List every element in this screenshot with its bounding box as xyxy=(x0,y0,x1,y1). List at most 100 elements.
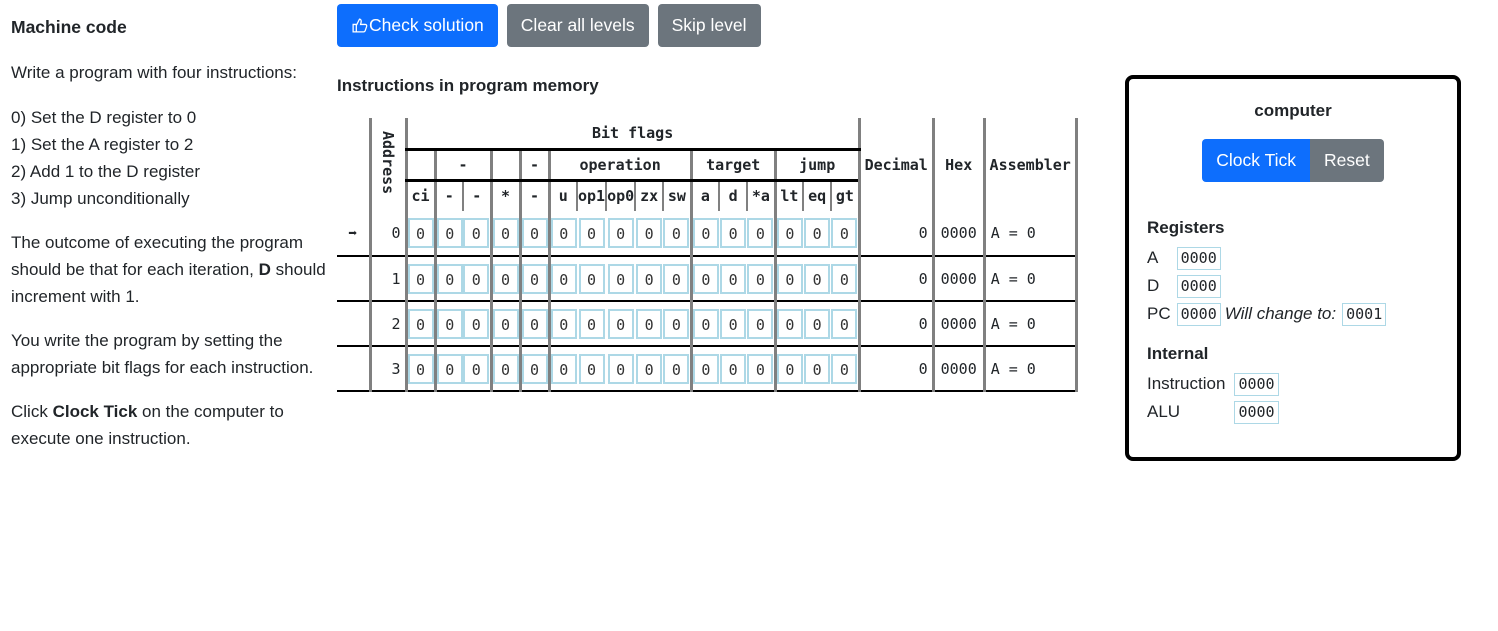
outcome-bold: D xyxy=(258,260,271,279)
bit-toggle-d[interactable]: 0 xyxy=(720,263,747,294)
bit-toggle-*[interactable]: 0 xyxy=(492,263,519,294)
bit-toggle-lt[interactable]: 0 xyxy=(776,353,803,384)
bit-label-header: op1 xyxy=(575,180,607,211)
bit-toggle-op0[interactable]: 0 xyxy=(607,218,634,248)
bit-toggle-op1[interactable]: 0 xyxy=(578,308,605,339)
bit-toggle-*a[interactable]: 0 xyxy=(747,218,774,248)
program-row: 1 0 0 0 0 0 0 0 0 0 0 0 0 0 0 0 0 0 0000 A = 0 xyxy=(337,256,1078,302)
bit-toggle-sw[interactable]: 0 xyxy=(663,218,690,248)
reset-button[interactable]: Reset xyxy=(1310,139,1384,182)
bit-cell: 0 xyxy=(831,301,860,347)
bit-toggle-lt[interactable]: 0 xyxy=(776,263,803,294)
bit-cell: 0 xyxy=(689,301,720,347)
bit-toggle-zx[interactable]: 0 xyxy=(636,263,663,294)
address-header: Address xyxy=(368,118,406,211)
bit-toggle--[interactable]: 0 xyxy=(436,353,463,384)
internal-table: Instruction 0000 ALU 0000 xyxy=(1147,370,1285,426)
bit-toggle-a[interactable]: 0 xyxy=(692,308,719,339)
bit-toggle-ci[interactable]: 0 xyxy=(407,218,434,248)
skip-level-button[interactable]: Skip level xyxy=(657,4,761,47)
bit-toggle-gt[interactable]: 0 xyxy=(831,263,858,294)
register-d-label: D xyxy=(1147,276,1160,295)
bit-toggle--[interactable]: 0 xyxy=(463,353,490,384)
bit-toggle-sw[interactable]: 0 xyxy=(663,353,690,384)
bit-toggle-gt[interactable]: 0 xyxy=(831,308,858,339)
bit-toggle-eq[interactable]: 0 xyxy=(804,263,831,294)
bit-toggle-*[interactable]: 0 xyxy=(492,218,519,248)
bit-toggle--[interactable]: 0 xyxy=(436,263,463,294)
registers-title: Registers xyxy=(1147,218,1225,237)
register-d-row: D 0000 xyxy=(1147,272,1392,300)
bit-toggle--[interactable]: 0 xyxy=(521,218,548,248)
bit-toggle-d[interactable]: 0 xyxy=(720,353,747,384)
bit-toggle-eq[interactable]: 0 xyxy=(804,308,831,339)
bit-toggle-*a[interactable]: 0 xyxy=(747,353,774,384)
bit-toggle--[interactable]: 0 xyxy=(521,308,548,339)
bit-cell: 0 xyxy=(719,256,748,302)
group-header: - xyxy=(518,149,549,182)
bit-toggle--[interactable]: 0 xyxy=(521,353,548,384)
bit-toggle-sw[interactable]: 0 xyxy=(663,263,690,294)
check-solution-label: Check solution xyxy=(369,15,484,35)
bit-toggle-*a[interactable]: 0 xyxy=(747,263,774,294)
program-row: 2 0 0 0 0 0 0 0 0 0 0 0 0 0 0 0 0 0 0000 A = 0 xyxy=(337,301,1078,347)
bit-toggle-op1[interactable]: 0 xyxy=(578,353,605,384)
bit-toggle-a[interactable]: 0 xyxy=(692,263,719,294)
bit-toggle-op0[interactable]: 0 xyxy=(607,263,634,294)
bit-toggle-lt[interactable]: 0 xyxy=(776,218,803,248)
bit-cell: 0 xyxy=(747,211,776,257)
bit-cell: 0 xyxy=(463,211,491,257)
bit-cell: 0 xyxy=(831,346,860,392)
bit-toggle-op1[interactable]: 0 xyxy=(578,263,605,294)
bit-cell: 0 xyxy=(803,346,832,392)
bit-toggle-*[interactable]: 0 xyxy=(492,353,519,384)
bit-toggle-sw[interactable]: 0 xyxy=(663,308,690,339)
clock-tick-button[interactable]: Clock Tick xyxy=(1202,139,1310,182)
bit-toggle-lt[interactable]: 0 xyxy=(776,308,803,339)
bit-toggle--[interactable]: 0 xyxy=(463,218,490,248)
bit-toggle-u[interactable]: 0 xyxy=(550,218,577,248)
bit-toggle-u[interactable]: 0 xyxy=(550,263,577,294)
bit-toggle-u[interactable]: 0 xyxy=(550,353,577,384)
bit-toggle--[interactable]: 0 xyxy=(521,263,548,294)
marker-cell xyxy=(337,256,370,302)
bit-cell: 0 xyxy=(635,256,664,302)
bit-toggle-*[interactable]: 0 xyxy=(492,308,519,339)
bit-toggle-ci[interactable]: 0 xyxy=(407,263,434,294)
bit-cell: 0 xyxy=(518,346,549,392)
bit-toggle-op1[interactable]: 0 xyxy=(578,218,605,248)
bit-toggle--[interactable]: 0 xyxy=(436,218,463,248)
bit-toggle-zx[interactable]: 0 xyxy=(636,308,663,339)
bit-toggle-*a[interactable]: 0 xyxy=(747,308,774,339)
bit-toggle-zx[interactable]: 0 xyxy=(636,353,663,384)
bit-cell: 0 xyxy=(463,256,491,302)
group-header: - xyxy=(433,149,491,182)
clear-all-levels-button[interactable]: Clear all levels xyxy=(506,4,649,47)
bit-toggle-d[interactable]: 0 xyxy=(720,308,747,339)
address-cell: 1 xyxy=(368,256,406,302)
register-a-value: 0000 xyxy=(1176,246,1221,270)
bit-toggle-eq[interactable]: 0 xyxy=(804,353,831,384)
bit-cell: 0 xyxy=(433,256,463,302)
bit-toggle-op0[interactable]: 0 xyxy=(607,353,634,384)
bit-toggle-gt[interactable]: 0 xyxy=(831,218,858,248)
bit-cell: 0 xyxy=(747,301,776,347)
bit-toggle-ci[interactable]: 0 xyxy=(407,353,434,384)
bit-toggle-eq[interactable]: 0 xyxy=(804,218,831,248)
address-cell: 0 xyxy=(368,211,406,257)
bit-toggle--[interactable]: 0 xyxy=(463,308,490,339)
bit-toggle-op0[interactable]: 0 xyxy=(607,308,634,339)
bit-toggle-a[interactable]: 0 xyxy=(692,353,719,384)
bit-toggle--[interactable]: 0 xyxy=(436,308,463,339)
assembler-cell: A = 0 xyxy=(982,346,1078,392)
bit-toggle-zx[interactable]: 0 xyxy=(636,218,663,248)
bit-toggle--[interactable]: 0 xyxy=(463,263,490,294)
howto-text: You write the program by setting the app… xyxy=(11,331,314,377)
bit-toggle-ci[interactable]: 0 xyxy=(407,308,434,339)
bit-toggle-d[interactable]: 0 xyxy=(720,218,747,248)
bit-toggle-u[interactable]: 0 xyxy=(550,308,577,339)
bit-cell: 0 xyxy=(577,301,607,347)
bit-toggle-a[interactable]: 0 xyxy=(692,218,719,248)
bit-toggle-gt[interactable]: 0 xyxy=(831,353,858,384)
check-solution-button[interactable]: Check solution xyxy=(337,4,498,47)
